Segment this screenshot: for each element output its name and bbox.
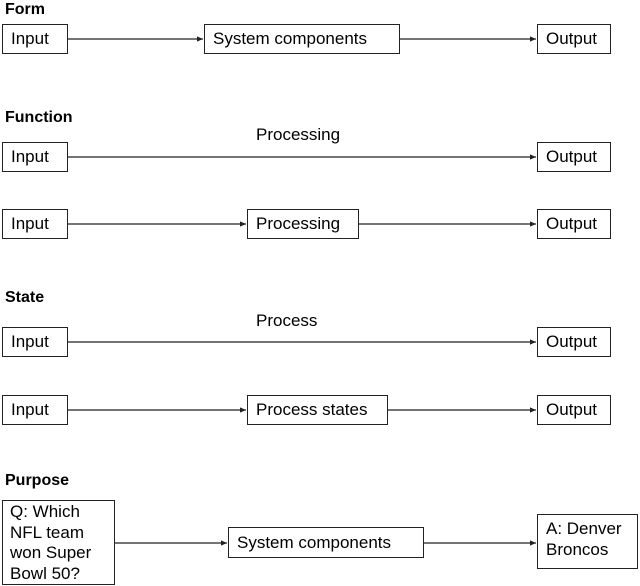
purpose-system-components-box: System components: [228, 527, 424, 558]
form-input-box: Input: [2, 24, 68, 54]
function-row2-output-box: Output: [537, 209, 611, 239]
arrows-layer: [67, 36, 536, 546]
state-row1-output-box: Output: [537, 327, 611, 357]
purpose-question-box: Q: Which NFL team won Super Bowl 50?: [2, 500, 115, 585]
purpose-answer-box: A: Denver Broncos: [537, 514, 638, 569]
state-row2-process-states-box: Process states: [247, 395, 388, 425]
function-row2-input-box: Input: [2, 209, 68, 239]
function-processing-label: Processing: [256, 125, 341, 144]
state-row2-input-box: Input: [2, 395, 68, 425]
state-heading: State: [5, 289, 45, 306]
purpose-heading: Purpose: [5, 472, 70, 489]
state-row1-input-box: Input: [2, 327, 68, 357]
function-row1-output-box: Output: [537, 142, 611, 172]
state-process-label: Process: [256, 311, 318, 330]
form-output-box: Output: [537, 24, 611, 54]
form-system-components-box: System components: [204, 24, 400, 54]
function-row2-processing-box: Processing: [247, 209, 359, 239]
function-heading: Function: [5, 109, 73, 126]
state-row2-output-box: Output: [537, 395, 611, 425]
form-heading: Form: [5, 1, 45, 18]
function-row1-input-box: Input: [2, 142, 68, 172]
